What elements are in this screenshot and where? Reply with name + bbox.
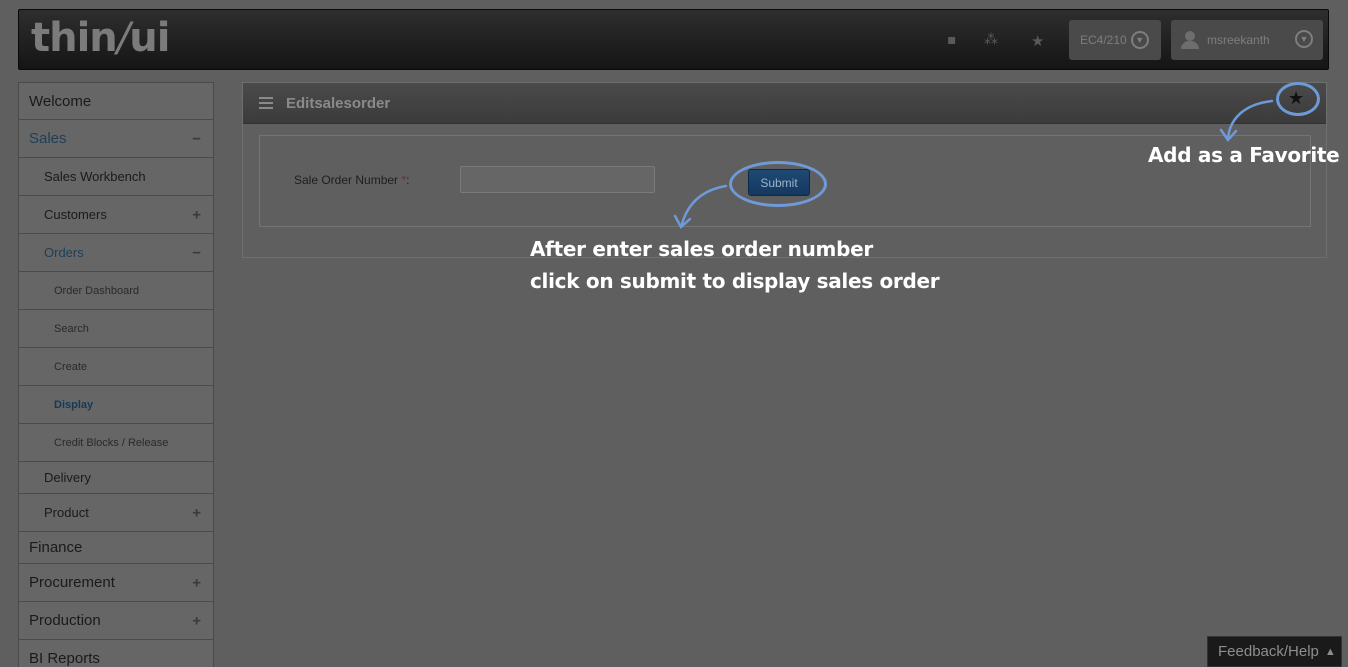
annotation-arrows: [673, 99, 1274, 229]
feedback-label: Feedback/Help: [1218, 643, 1319, 660]
submit-annotation-line-1: After enter sales order number: [530, 237, 873, 261]
feedback-help-button[interactable]: Feedback/Help ▲: [1207, 636, 1342, 667]
submit-annotation-line-2: click on submit to display sales order: [530, 269, 940, 293]
caret-up-icon: ▲: [1324, 645, 1336, 658]
favorite-annotation: Add as a Favorite: [1148, 143, 1340, 167]
